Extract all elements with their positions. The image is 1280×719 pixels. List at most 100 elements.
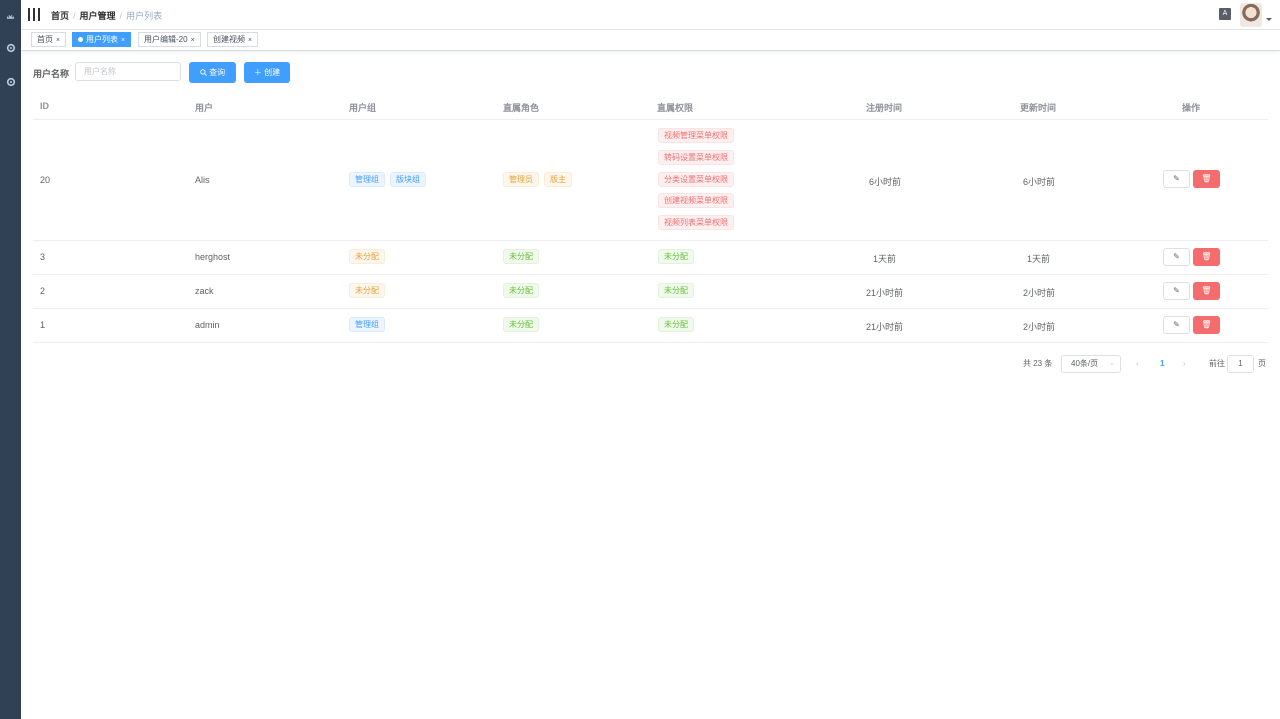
goto-label: 前往 xyxy=(1209,359,1225,368)
cell-registered: 1天前 xyxy=(873,254,897,264)
header-actions: 操作 xyxy=(1182,103,1201,113)
breadcrumb-home[interactable]: 首页 xyxy=(51,11,69,21)
filter-username-label: 用户名称 xyxy=(33,69,70,79)
trash-icon: 🗑 xyxy=(1201,174,1212,183)
header-updated: 更新时间 xyxy=(1020,103,1057,113)
plus-icon: ＋ xyxy=(253,68,262,77)
cell-user: Alis xyxy=(195,175,210,185)
delete-button[interactable]: 🗑 xyxy=(1193,282,1220,300)
close-icon[interactable]: × xyxy=(121,37,125,44)
settings-icon-2[interactable] xyxy=(0,77,21,91)
breadcrumb-user-management[interactable]: 用户管理 xyxy=(80,11,116,21)
query-button[interactable]: 查询 xyxy=(189,62,236,83)
cell-id: 1 xyxy=(40,320,46,330)
cell-user: zack xyxy=(195,286,214,296)
trash-icon: 🗑 xyxy=(1201,252,1212,261)
cell-id: 20 xyxy=(40,175,51,185)
tag-label: 用户列表 xyxy=(86,35,118,44)
permission-tag: 未分配 xyxy=(658,317,694,332)
cell-registered: 6小时前 xyxy=(869,177,902,187)
tag-label: 首页 xyxy=(37,35,53,44)
role-tag: 版主 xyxy=(544,172,572,187)
header-registered: 注册时间 xyxy=(866,103,903,113)
tag-create-video[interactable]: 创建视频 × xyxy=(207,32,259,47)
permission-tag: 视频管理菜单权限 xyxy=(658,128,734,143)
delete-button[interactable]: 🗑 xyxy=(1193,248,1220,266)
group-tag: 未分配 xyxy=(349,249,385,264)
permission-tag: 分类设置菜单权限 xyxy=(658,172,734,187)
prev-page-icon[interactable]: ‹ xyxy=(1136,355,1139,373)
navbar: 首页 / 用户管理 / 用户列表 A xyxy=(21,0,1280,30)
close-icon[interactable]: × xyxy=(56,37,60,44)
permission-tag: 转码设置菜单权限 xyxy=(658,150,734,165)
table-row: 2 zack 未分配 未分配 未分配 21小时前 2小时前 ✎ 🗑 xyxy=(33,275,1268,309)
cell-updated: 2小时前 xyxy=(1023,288,1056,298)
language-icon[interactable]: A xyxy=(1219,8,1231,20)
caret-down-icon[interactable] xyxy=(1266,18,1272,21)
role-tag: 未分配 xyxy=(503,317,539,332)
delete-button[interactable]: 🗑 xyxy=(1193,316,1220,334)
username-search-input[interactable] xyxy=(75,62,181,81)
edit-icon: ✎ xyxy=(1173,252,1180,261)
cell-id: 3 xyxy=(40,252,46,262)
create-button[interactable]: ＋ 创建 xyxy=(244,62,290,83)
hamburger-icon[interactable] xyxy=(28,8,40,21)
create-button-label: 创建 xyxy=(264,68,281,77)
main-area: 首页 / 用户管理 / 用户列表 A 首页 × 用户列表 × 用户编辑-20 × 创建视频 × … xyxy=(21,0,1280,719)
avatar[interactable] xyxy=(1240,3,1262,27)
header-group: 用户组 xyxy=(349,103,377,113)
header-permission: 直属权限 xyxy=(657,103,694,113)
table-row: 20 Alis 管理组 版块组 管理员 版主 视频管理菜单权限 转码设置菜单权限… xyxy=(33,120,1268,241)
search-icon xyxy=(200,68,209,77)
edit-icon: ✎ xyxy=(1173,174,1180,183)
chevron-down-icon: ⌄ xyxy=(1109,360,1115,367)
delete-button[interactable]: 🗑 xyxy=(1193,170,1220,188)
header-id: ID xyxy=(40,101,49,111)
cell-user: admin xyxy=(195,320,220,330)
breadcrumb-user-list: 用户列表 xyxy=(126,11,163,21)
close-icon[interactable]: × xyxy=(191,37,195,44)
role-tag: 未分配 xyxy=(503,249,539,264)
permission-tag: 未分配 xyxy=(658,249,694,264)
role-tag: 管理员 xyxy=(503,172,539,187)
group-tag: 管理组 xyxy=(349,317,385,332)
tag-label: 用户编辑-20 xyxy=(144,35,188,44)
settings-icon[interactable] xyxy=(0,43,21,57)
group-tag: 未分配 xyxy=(349,283,385,298)
cell-updated: 2小时前 xyxy=(1023,322,1056,332)
permission-tag: 未分配 xyxy=(658,283,694,298)
cell-updated: 1天前 xyxy=(1027,254,1051,264)
group-tag: 版块组 xyxy=(390,172,426,187)
edit-button[interactable]: ✎ xyxy=(1163,282,1190,300)
edit-button[interactable]: ✎ xyxy=(1163,170,1190,188)
edit-button[interactable]: ✎ xyxy=(1163,316,1190,334)
tag-user-edit[interactable]: 用户编辑-20 × xyxy=(138,32,201,47)
cell-user: herghost xyxy=(195,252,231,262)
tag-user-list[interactable]: 用户列表 × xyxy=(72,32,132,47)
edit-button[interactable]: ✎ xyxy=(1163,248,1190,266)
cell-registered: 21小时前 xyxy=(866,322,904,332)
table-row: 1 admin 管理组 未分配 未分配 21小时前 2小时前 ✎ 🗑 xyxy=(33,309,1268,343)
next-page-icon[interactable]: › xyxy=(1183,355,1186,373)
trash-icon: 🗑 xyxy=(1201,286,1212,295)
group-tag: 管理组 xyxy=(349,172,385,187)
permission-tag: 创建视频菜单权限 xyxy=(658,193,734,208)
sidebar xyxy=(0,0,21,719)
goto-page-input[interactable]: 1 xyxy=(1227,355,1254,373)
breadcrumb: 首页 / 用户管理 / 用户列表 xyxy=(51,11,163,21)
close-icon[interactable]: × xyxy=(248,37,252,44)
trash-icon: 🗑 xyxy=(1201,320,1212,329)
tag-label: 创建视频 xyxy=(213,35,245,44)
pagination-total: 共 23 条 xyxy=(1023,359,1053,368)
page-suffix: 页 xyxy=(1258,359,1266,368)
table-header: ID 用户 用户组 直属角色 直属权限 注册时间 更新时间 操作 xyxy=(33,94,1268,120)
tag-home[interactable]: 首页 × xyxy=(31,32,67,47)
page-size-value: 40条/页 xyxy=(1071,359,1099,368)
dashboard-icon[interactable] xyxy=(0,10,21,24)
query-button-label: 查询 xyxy=(209,68,226,77)
page-size-select[interactable]: 40条/页 ⌄ xyxy=(1061,355,1121,373)
page-number-current[interactable]: 1 xyxy=(1160,355,1164,373)
cell-id: 2 xyxy=(40,286,46,296)
edit-icon: ✎ xyxy=(1173,320,1180,329)
header-role: 直属角色 xyxy=(503,103,540,113)
